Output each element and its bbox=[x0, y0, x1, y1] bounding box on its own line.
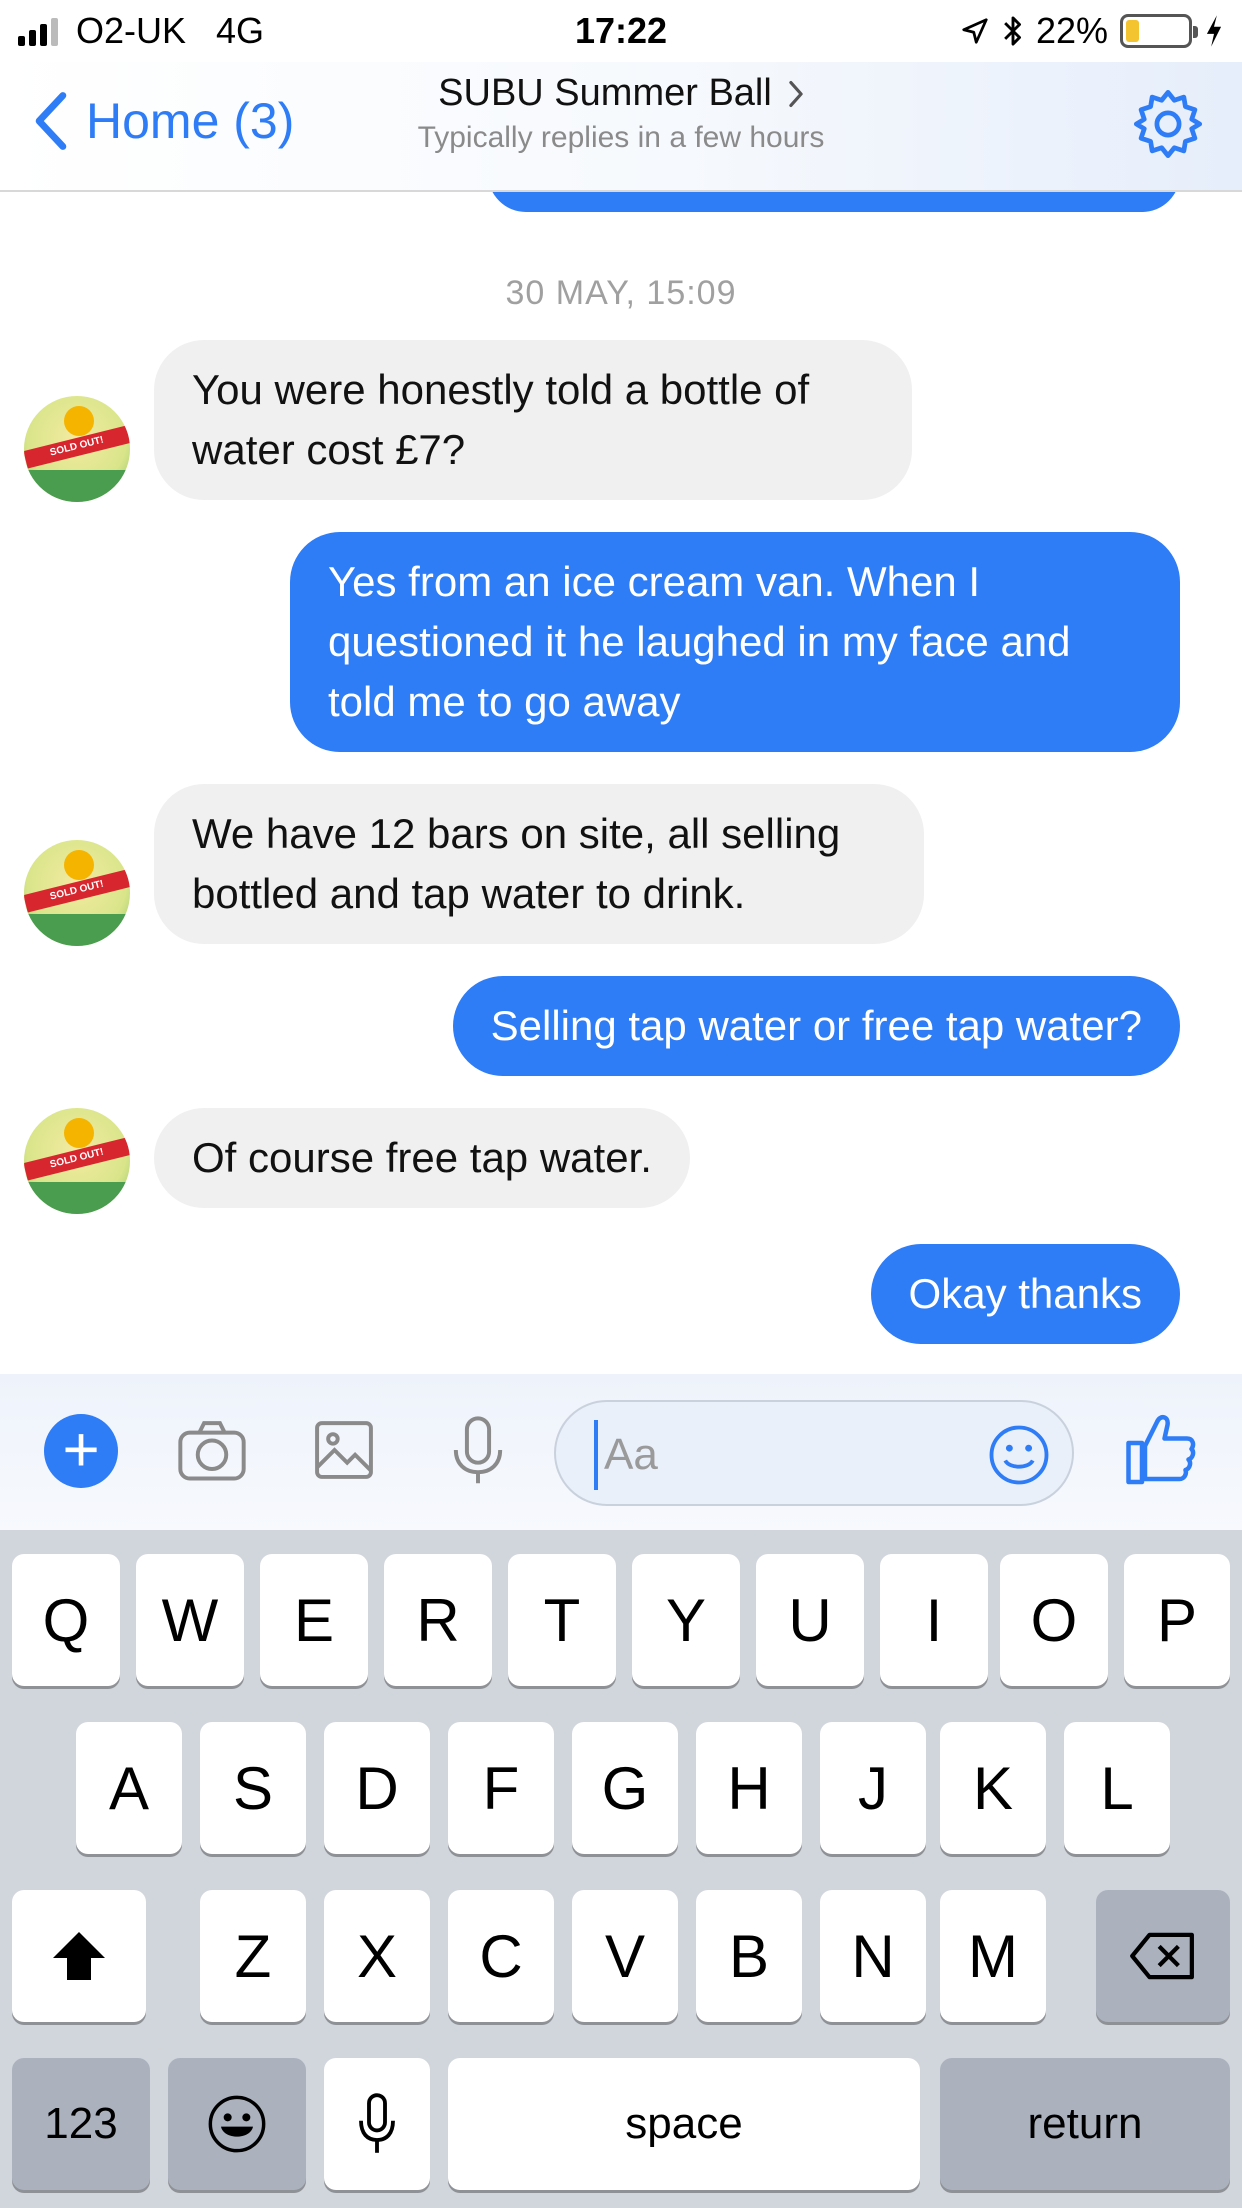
key-c[interactable]: C bbox=[448, 1890, 554, 2022]
conversation-header: Home (3) SUBU Summer Ball Typically repl… bbox=[0, 62, 1242, 192]
battery-icon bbox=[1120, 14, 1198, 48]
key-e[interactable]: E bbox=[260, 1554, 368, 1686]
camera-icon[interactable] bbox=[174, 1412, 250, 1488]
battery-fill bbox=[1126, 20, 1140, 42]
key-o[interactable]: O bbox=[1000, 1554, 1108, 1686]
emoji-icon[interactable] bbox=[986, 1422, 1052, 1488]
incoming-message[interactable]: We have 12 bars on site, all selling bot… bbox=[154, 784, 924, 944]
numbers-key[interactable]: 123 bbox=[12, 2058, 150, 2190]
key-p[interactable]: P bbox=[1124, 1554, 1230, 1686]
key-r[interactable]: R bbox=[384, 1554, 492, 1686]
avatar[interactable]: SOLD OUT! bbox=[24, 396, 130, 502]
key-a[interactable]: A bbox=[76, 1722, 182, 1854]
charging-bolt-icon bbox=[1206, 15, 1222, 47]
chevron-right-icon bbox=[789, 80, 803, 107]
message-input-container bbox=[554, 1400, 1074, 1506]
backspace-icon bbox=[1130, 1932, 1194, 1980]
avatar-sun bbox=[64, 850, 94, 880]
microphone-icon[interactable] bbox=[440, 1412, 516, 1488]
shift-arrow-icon bbox=[53, 1932, 105, 1980]
thumbs-up-icon[interactable] bbox=[1124, 1410, 1196, 1488]
avatar[interactable]: SOLD OUT! bbox=[24, 1108, 130, 1214]
key-x[interactable]: X bbox=[324, 1890, 430, 2022]
shift-key[interactable] bbox=[12, 1890, 146, 2022]
emoji-key[interactable] bbox=[168, 2058, 306, 2190]
outgoing-message[interactable]: Yes from an ice cream van. When I questi… bbox=[290, 532, 1180, 752]
outgoing-message[interactable]: Okay thanks bbox=[870, 1244, 1180, 1344]
key-s[interactable]: S bbox=[200, 1722, 306, 1854]
key-n[interactable]: N bbox=[820, 1890, 926, 2022]
previous-outgoing-message bbox=[488, 192, 1180, 212]
key-q[interactable]: Q bbox=[12, 1554, 120, 1686]
message-list[interactable]: 30 MAY, 15:09 SOLD OUT! You were honestl… bbox=[0, 192, 1242, 1374]
emoji-keyboard-icon bbox=[208, 2095, 266, 2153]
key-d[interactable]: D bbox=[324, 1722, 430, 1854]
key-t[interactable]: T bbox=[508, 1554, 616, 1686]
bluetooth-icon bbox=[1004, 16, 1021, 46]
battery-percent: 22% bbox=[1035, 10, 1108, 51]
image-icon[interactable] bbox=[306, 1412, 382, 1488]
message-input[interactable] bbox=[594, 1420, 954, 1490]
page-title: SUBU Summer Ball bbox=[438, 72, 772, 114]
key-y[interactable]: Y bbox=[632, 1554, 740, 1686]
dictation-microphone-icon bbox=[359, 2093, 395, 2153]
key-l[interactable]: L bbox=[1064, 1722, 1170, 1854]
key-u[interactable]: U bbox=[756, 1554, 864, 1686]
avatar[interactable]: SOLD OUT! bbox=[24, 840, 130, 946]
status-bar: O2-UK 4G 17:22 22% bbox=[0, 0, 1242, 62]
conversation-title: SUBU Summer Ball bbox=[438, 72, 804, 115]
incoming-message[interactable]: You were honestly told a bottle of water… bbox=[154, 340, 912, 500]
avatar-sun bbox=[64, 1118, 94, 1148]
key-g[interactable]: G bbox=[572, 1722, 678, 1854]
key-z[interactable]: Z bbox=[200, 1890, 306, 2022]
avatar-ground bbox=[24, 914, 130, 946]
avatar-sun bbox=[64, 406, 94, 436]
incoming-message[interactable]: Of course free tap water. bbox=[154, 1108, 690, 1208]
outgoing-message[interactable]: Selling tap water or free tap water? bbox=[452, 976, 1180, 1076]
gear-icon[interactable] bbox=[1130, 86, 1206, 162]
message-timestamp: 30 MAY, 15:09 bbox=[505, 274, 737, 312]
conversation-title-block[interactable]: SUBU Summer Ball Typically replies in a … bbox=[0, 72, 1242, 155]
avatar-ground bbox=[24, 470, 130, 502]
delete-key[interactable] bbox=[1096, 1890, 1230, 2022]
keyboard: Q W E R T Y U I O P A S D F G H J K L Z … bbox=[0, 1530, 1242, 2208]
key-w[interactable]: W bbox=[136, 1554, 244, 1686]
location-arrow-icon bbox=[962, 18, 988, 44]
response-time-subtitle: Typically replies in a few hours bbox=[417, 121, 825, 154]
key-m[interactable]: M bbox=[940, 1890, 1046, 2022]
key-i[interactable]: I bbox=[880, 1554, 988, 1686]
key-f[interactable]: F bbox=[448, 1722, 554, 1854]
message-composer: + bbox=[0, 1374, 1242, 1530]
key-j[interactable]: J bbox=[820, 1722, 926, 1854]
key-h[interactable]: H bbox=[696, 1722, 802, 1854]
key-k[interactable]: K bbox=[940, 1722, 1046, 1854]
space-key[interactable]: space bbox=[448, 2058, 920, 2190]
avatar-ground bbox=[24, 1182, 130, 1214]
key-v[interactable]: V bbox=[572, 1890, 678, 2022]
status-right: 22% bbox=[960, 10, 1224, 52]
key-b[interactable]: B bbox=[696, 1890, 802, 2022]
add-button[interactable]: + bbox=[44, 1414, 118, 1488]
return-key[interactable]: return bbox=[940, 2058, 1230, 2190]
dictation-key[interactable] bbox=[324, 2058, 430, 2190]
